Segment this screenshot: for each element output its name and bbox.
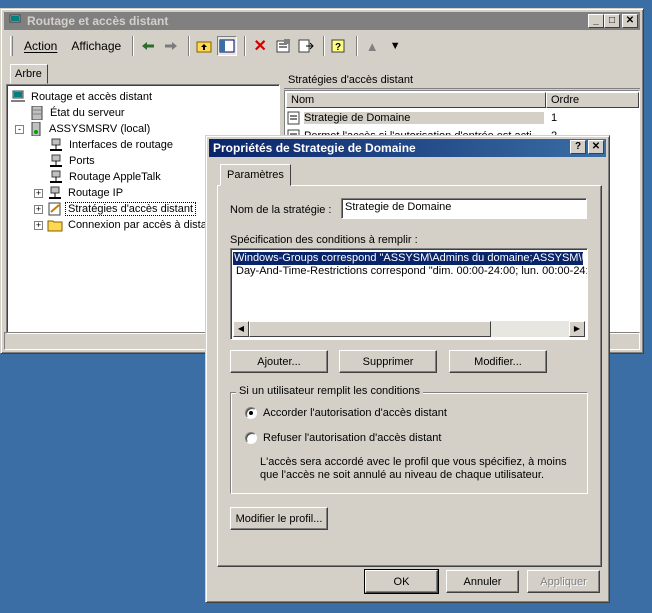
scrollbar-thumb[interactable] (249, 321, 491, 337)
server-status-icon (31, 106, 43, 120)
conditions-list[interactable]: Windows-Groups correspond "ASSYSM\Admins… (230, 248, 588, 340)
add-button[interactable]: Ajouter... (230, 350, 328, 373)
tree-item-assysmsrv[interactable]: - ASSYSMSRV (local) (15, 121, 152, 137)
apply-button[interactable]: Appliquer (527, 570, 600, 593)
maximize-button[interactable]: □ (604, 14, 620, 28)
cancel-button[interactable]: Annuler (446, 570, 519, 593)
remove-button[interactable]: Supprimer (339, 350, 437, 373)
column-header-name[interactable]: Nom (286, 92, 546, 108)
help-icon[interactable]: ? (329, 36, 349, 56)
ok-button[interactable]: OK (364, 569, 439, 594)
show-hide-tree-icon[interactable] (217, 36, 238, 56)
network-icon (50, 138, 62, 151)
policy-name-label: Nom de la stratégie : (230, 204, 332, 216)
properties-icon[interactable] (273, 36, 293, 56)
forward-icon[interactable] (161, 36, 181, 56)
menu-toolbar: Action Affichage ✕ ? ▲ ▼ (4, 32, 640, 60)
scroll-right-icon[interactable]: ▶ (569, 321, 585, 337)
toolbar-separator (244, 36, 247, 56)
network-computer-icon (8, 14, 22, 26)
groupbox-label: Si un utilisateur remplit les conditions (236, 385, 423, 397)
tree-item-ip-routing[interactable]: + Routage IP (34, 185, 125, 201)
edit-button[interactable]: Modifier... (449, 350, 547, 373)
properties-dialog: Propriétés de Strategie de Domaine ? ✕ P… (205, 135, 610, 603)
tree-item-remote-access-policies[interactable]: + Stratégies d'accès distant (34, 201, 197, 217)
network-icon (50, 154, 62, 167)
toolbar-separator (356, 36, 359, 56)
radio-button[interactable] (245, 432, 257, 444)
tree-item-root[interactable]: Routage et accès distant (10, 89, 154, 105)
toolbar-separator (188, 36, 191, 56)
list-pane-title: Stratégies d'accès distant (284, 71, 640, 89)
horizontal-scrollbar[interactable]: ◀ ▶ (233, 321, 585, 337)
network-icon (50, 170, 62, 183)
policy-icon (287, 111, 300, 125)
tree-item-server-status[interactable]: État du serveur (29, 105, 127, 121)
help-button[interactable]: ? (570, 140, 586, 154)
tree-item-appletalk[interactable]: Routage AppleTalk (48, 169, 163, 185)
folder-icon (47, 220, 63, 232)
radio-button-checked[interactable] (245, 407, 257, 419)
dialog-title: Propriétés de Strategie de Domaine (213, 141, 416, 155)
policy-icon (48, 202, 61, 216)
expand-toggle[interactable]: + (34, 188, 43, 198)
policy-row[interactable]: Strategie de Domaine 1 (286, 110, 596, 126)
tab-tree[interactable]: Arbre (10, 64, 48, 84)
scroll-left-icon[interactable]: ◀ (233, 321, 249, 337)
edit-profile-button[interactable]: Modifier le profil... (230, 507, 328, 530)
menu-action[interactable]: Action (17, 37, 64, 55)
collapse-toggle[interactable]: - (15, 124, 24, 134)
svg-text:?: ? (335, 42, 341, 53)
condition-item[interactable]: Windows-Groups correspond "ASSYSM\Admins… (233, 252, 587, 265)
expand-toggle[interactable]: + (34, 220, 43, 230)
access-note: L'accès sera accordé avec le profil que … (260, 456, 567, 481)
delete-icon[interactable]: ✕ (250, 36, 270, 56)
network-computer-icon (11, 90, 25, 102)
close-button[interactable]: ✕ (622, 14, 638, 28)
toolbar-separator (323, 36, 326, 56)
server-icon (31, 122, 41, 136)
tree-item-ports[interactable]: Ports (48, 153, 97, 169)
dialog-title-bar[interactable]: Propriétés de Strategie de Domaine ? ✕ (209, 139, 606, 157)
move-up-icon[interactable]: ▲ (362, 36, 382, 56)
conditions-label: Spécification des conditions à remplir : (230, 234, 418, 246)
column-header-order[interactable]: Ordre (546, 92, 639, 108)
expand-toggle[interactable]: + (34, 204, 43, 214)
radio-grant-access[interactable]: Accorder l'autorisation d'accès distant (245, 407, 447, 419)
main-title: Routage et accès distant (27, 14, 169, 28)
policy-name-field[interactable]: Strategie de Domaine (341, 198, 587, 219)
dialog-close-button[interactable]: ✕ (588, 140, 604, 154)
toolbar-grip (10, 36, 13, 56)
minimize-button[interactable]: _ (588, 14, 604, 28)
back-icon[interactable] (138, 36, 158, 56)
menu-affichage[interactable]: Affichage (64, 37, 128, 55)
up-folder-icon[interactable] (194, 36, 214, 56)
network-icon (49, 186, 61, 199)
export-icon[interactable] (296, 36, 316, 56)
tree-item-interfaces[interactable]: Interfaces de routage (48, 137, 175, 153)
radio-deny-access[interactable]: Refuser l'autorisation d'accès distant (245, 432, 441, 444)
tab-parametres[interactable]: Paramètres (220, 164, 291, 186)
move-down-icon[interactable]: ▼ (385, 36, 405, 56)
condition-item[interactable]: Day-And-Time-Restrictions correspond "di… (235, 265, 587, 278)
toolbar-separator (132, 36, 135, 56)
main-title-bar[interactable]: Routage et accès distant _ □ ✕ (4, 12, 640, 30)
tree-item-connection[interactable]: + Connexion par accès à distan (34, 217, 215, 233)
